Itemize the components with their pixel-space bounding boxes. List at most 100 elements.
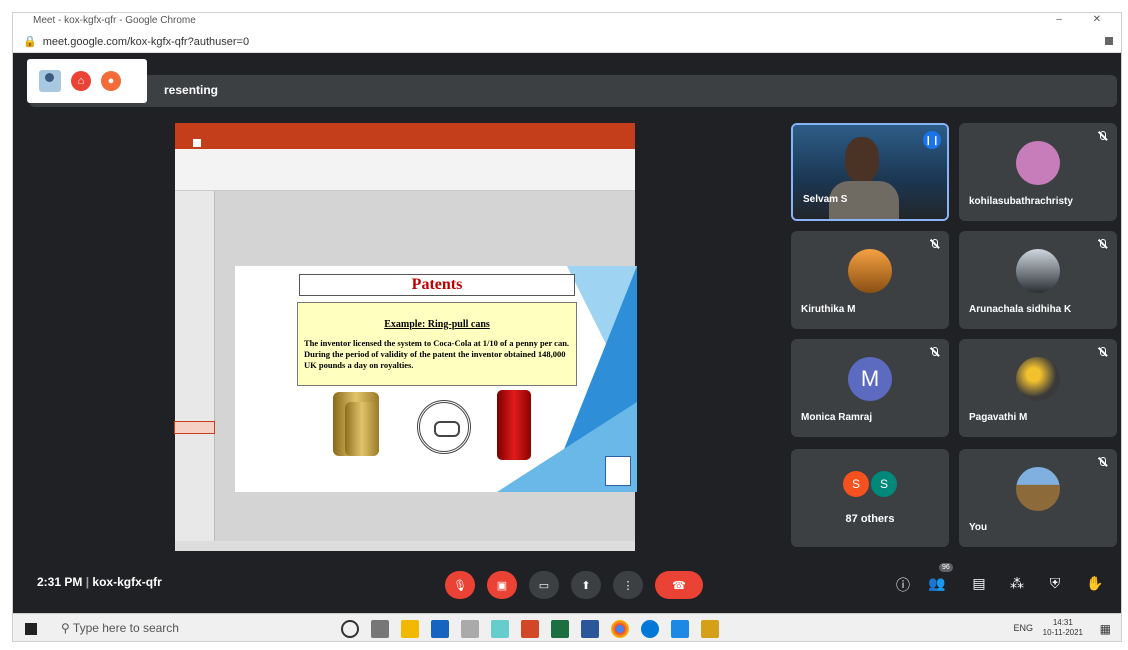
avatar bbox=[848, 249, 892, 293]
app-icon[interactable] bbox=[641, 620, 659, 638]
task-view-icon[interactable] bbox=[371, 620, 389, 638]
present-icon: ⬆ bbox=[581, 579, 591, 592]
presenting-label: resenting bbox=[164, 83, 219, 97]
participant-tile[interactable]: Arunachala sidhiha K bbox=[959, 231, 1117, 329]
participant-name: kohilasubathrachristy bbox=[969, 196, 1073, 207]
address-bar[interactable]: 🔒 meet.google.com/kox-kgfx-qfr?authuser=… bbox=[13, 31, 1121, 53]
present-button[interactable]: ⬆ bbox=[571, 571, 601, 599]
url-text: meet.google.com/kox-kgfx-qfr?authuser=0 bbox=[42, 35, 250, 48]
red-tool-icon[interactable]: ⌂ bbox=[71, 71, 91, 91]
mic-off-icon bbox=[1097, 239, 1107, 249]
chrome-icon[interactable] bbox=[611, 620, 629, 638]
presenter-icon[interactable] bbox=[39, 70, 61, 92]
powerpoint-statusbar bbox=[175, 541, 635, 551]
participant-tile[interactable]: M Monica Ramraj bbox=[791, 339, 949, 437]
app-icon[interactable] bbox=[701, 620, 719, 638]
windows-start-icon[interactable] bbox=[25, 623, 37, 635]
taskbar-apps bbox=[341, 620, 719, 638]
clock-date: 10-11-2021 bbox=[1042, 628, 1083, 637]
cortana-icon[interactable] bbox=[341, 620, 359, 638]
tin-can-image bbox=[345, 402, 379, 456]
host-controls-icon[interactable]: ⛨ bbox=[1045, 575, 1065, 592]
slide-canvas: Patents Example: Ring-pull cans The inve… bbox=[215, 191, 637, 541]
participant-name: Arunachala sidhiha K bbox=[969, 304, 1072, 315]
avatar: M bbox=[848, 357, 892, 401]
more-options-button[interactable]: ⋮ bbox=[613, 571, 643, 599]
windows-taskbar: ⚲ Type here to search ENG 14:31 10-11-20… bbox=[13, 613, 1121, 641]
window-title: Meet - kox-kgfx-qfr - Google Chrome bbox=[33, 15, 196, 26]
info-icon[interactable]: ⓘ bbox=[893, 575, 913, 595]
search-icon: ⚲ bbox=[61, 621, 73, 635]
browser-titlebar: Meet - kox-kgfx-qfr - Google Chrome – ✕ bbox=[13, 13, 1121, 31]
slide-body: The inventor licensed the system to Coca… bbox=[304, 338, 570, 370]
meet-controls-bar: 2:31 PM | kox-kgfx-qfr 🎙 ▣ ▭ ⬆ ⋮ ☎ ⓘ 👥 9… bbox=[13, 561, 1121, 607]
participant-tile[interactable]: ❙❙ Selvam S bbox=[791, 123, 949, 221]
annotation-toolbox: ⌂ ● bbox=[27, 59, 147, 103]
participant-tile-self[interactable]: You bbox=[959, 449, 1117, 547]
leave-call-button[interactable]: ☎ bbox=[655, 571, 703, 599]
excel-icon[interactable] bbox=[551, 620, 569, 638]
shared-screen: Patents Example: Ring-pull cans The inve… bbox=[174, 123, 637, 551]
file-explorer-icon[interactable] bbox=[401, 620, 419, 638]
mic-off-icon: 🎙 bbox=[453, 579, 467, 592]
powerpoint-icon[interactable] bbox=[521, 620, 539, 638]
captions-icon: ▭ bbox=[538, 579, 550, 592]
participant-tile-others[interactable]: S S 87 others bbox=[791, 449, 949, 547]
mic-off-icon bbox=[1097, 457, 1107, 467]
app-icon[interactable] bbox=[431, 620, 449, 638]
app-icon[interactable] bbox=[491, 620, 509, 638]
camera-toggle-button[interactable]: ▣ bbox=[487, 571, 517, 599]
others-count: 87 others bbox=[845, 513, 895, 525]
mic-toggle-button[interactable]: 🎙 bbox=[445, 571, 475, 599]
participant-tile[interactable]: kohilasubathrachristy bbox=[959, 123, 1117, 221]
chat-icon[interactable]: ▤ bbox=[969, 575, 989, 592]
avatar bbox=[1016, 141, 1060, 185]
slide-title: Patents bbox=[299, 274, 575, 296]
screen: Meet - kox-kgfx-qfr - Google Chrome – ✕ … bbox=[12, 12, 1122, 642]
ppt-tab-active[interactable] bbox=[193, 139, 201, 147]
powerpoint-titlebar bbox=[175, 123, 635, 137]
slide-thumbnails bbox=[174, 191, 215, 541]
lock-icon: 🔒 bbox=[23, 36, 37, 48]
ring-pull-image bbox=[417, 400, 471, 454]
meeting-code: kox-kgfx-qfr bbox=[92, 575, 162, 589]
clock-time: 14:31 bbox=[1052, 618, 1073, 627]
word-icon[interactable] bbox=[581, 620, 599, 638]
hangup-icon: ☎ bbox=[672, 579, 686, 592]
hand-raise-icon[interactable]: ✋ bbox=[1085, 575, 1105, 592]
powerpoint-ribbon bbox=[175, 149, 635, 191]
orange-tool-icon[interactable]: ● bbox=[101, 71, 121, 91]
avatar bbox=[1016, 467, 1060, 511]
taskbar-search[interactable]: ⚲ Type here to search bbox=[61, 621, 179, 635]
slide: Patents Example: Ring-pull cans The inve… bbox=[235, 266, 637, 492]
avatar: S bbox=[843, 471, 869, 497]
participant-name: Kiruthika M bbox=[801, 304, 856, 315]
app-icon[interactable] bbox=[671, 620, 689, 638]
search-placeholder: Type here to search bbox=[72, 621, 179, 635]
participant-name: Monica Ramraj bbox=[801, 412, 873, 423]
coke-can-image bbox=[497, 390, 531, 460]
speaking-icon: ❙❙ bbox=[923, 131, 941, 149]
current-slide-thumb[interactable] bbox=[174, 421, 215, 434]
window-controls[interactable]: – ✕ bbox=[1056, 14, 1115, 25]
avatar bbox=[1016, 249, 1060, 293]
powerpoint-menu bbox=[175, 137, 635, 149]
slide-subtitle: Example: Ring-pull cans bbox=[384, 319, 490, 330]
input-language[interactable]: ENG bbox=[1013, 623, 1033, 633]
cast-icon[interactable] bbox=[1105, 37, 1113, 45]
participant-tile[interactable]: Pagavathi M bbox=[959, 339, 1117, 437]
mic-off-icon bbox=[1097, 131, 1107, 141]
participant-count-badge: 96 bbox=[939, 563, 953, 572]
presenting-bar: resenting bbox=[29, 75, 1117, 107]
people-icon[interactable]: 👥 bbox=[927, 575, 947, 592]
captions-button[interactable]: ▭ bbox=[529, 571, 559, 599]
notifications-icon[interactable]: ▦ bbox=[1100, 622, 1111, 636]
taskbar-clock[interactable]: 14:31 10-11-2021 bbox=[1043, 618, 1083, 638]
participant-tile[interactable]: Kiruthika M bbox=[791, 231, 949, 329]
mic-off-icon bbox=[929, 347, 939, 357]
participant-name: Selvam S bbox=[803, 194, 848, 205]
mic-off-icon bbox=[1097, 347, 1107, 357]
activities-icon[interactable]: ⁂ bbox=[1007, 575, 1027, 592]
app-icon[interactable] bbox=[461, 620, 479, 638]
camera-off-icon: ▣ bbox=[496, 579, 508, 592]
